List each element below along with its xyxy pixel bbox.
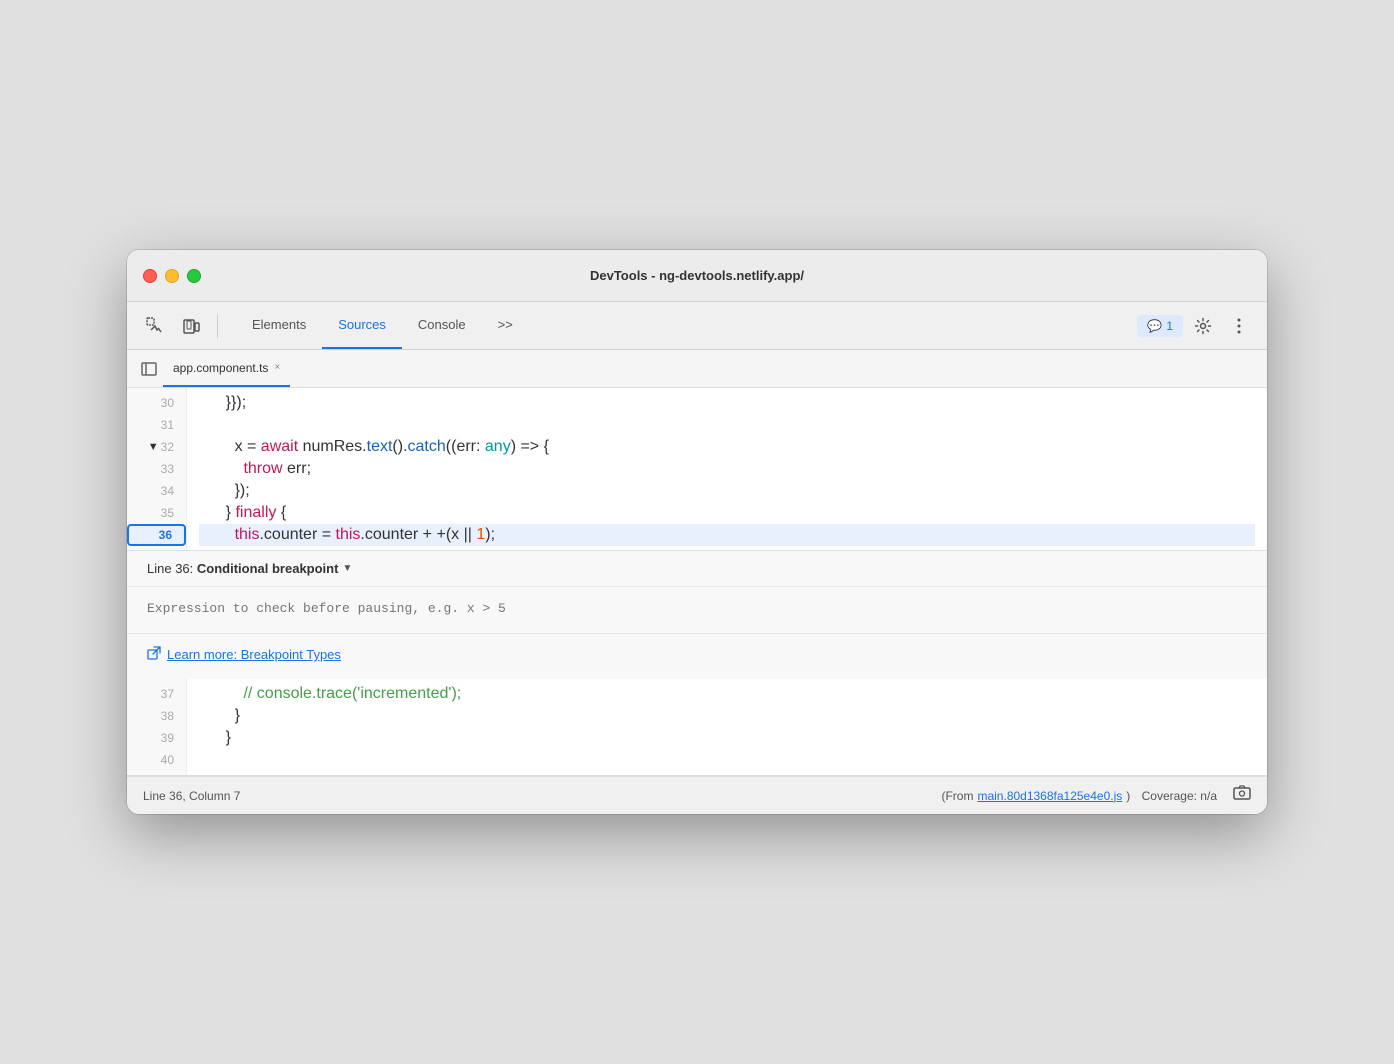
tab-elements[interactable]: Elements — [236, 302, 322, 349]
code-line-35: } finally { — [199, 502, 1255, 524]
code-lines-top[interactable]: }}); x = await numRes.text().catch((err:… — [187, 388, 1267, 550]
line-numbers-bottom: 37 38 39 40 — [127, 679, 187, 775]
tab-more[interactable]: >> — [482, 302, 529, 349]
line-num-39: 39 — [127, 727, 186, 749]
line-num-37: 37 — [127, 683, 186, 705]
code-section-top: 30 31 ▼32 33 34 35 36 }}); — [127, 388, 1267, 550]
screenshot-icon[interactable] — [1233, 789, 1251, 806]
toolbar-right: 💬 1 — [1137, 310, 1255, 342]
line-num-40: 40 — [127, 749, 186, 771]
line-num-30: 30 — [127, 392, 186, 414]
tab-sources[interactable]: Sources — [322, 302, 402, 349]
element-picker-button[interactable] — [139, 310, 171, 342]
file-tab-bar: app.component.ts × — [127, 350, 1267, 388]
line-num-32: ▼32 — [127, 436, 186, 458]
minimize-button[interactable] — [165, 269, 179, 283]
breakpoint-learn-more-link[interactable]: Learn more: Breakpoint Types — [167, 647, 341, 662]
status-position: Line 36, Column 7 — [143, 789, 941, 803]
code-line-32: x = await numRes.text().catch((err: any)… — [199, 436, 1255, 458]
more-options-button[interactable] — [1223, 310, 1255, 342]
breakpoint-panel: Line 36: Conditional breakpoint ▼ — [127, 550, 1267, 679]
code-section-bottom: 37 38 39 40 // console.trace('incremente… — [127, 679, 1267, 775]
code-line-30: }}); — [199, 392, 1255, 414]
maximize-button[interactable] — [187, 269, 201, 283]
code-line-40 — [199, 749, 1255, 771]
file-tab-name: app.component.ts — [173, 361, 268, 375]
title-bar: DevTools - ng-devtools.netlify.app/ — [127, 250, 1267, 302]
badge-icon: 💬 — [1147, 319, 1162, 333]
status-source: (From main.80d1368fa125e4e0.js ) Coverag… — [941, 789, 1217, 803]
line-numbers-top: 30 31 ▼32 33 34 35 36 — [127, 388, 187, 550]
line-num-31: 31 — [127, 414, 186, 436]
breakpoint-dropdown-arrow[interactable]: ▼ — [342, 563, 352, 574]
close-button[interactable] — [143, 269, 157, 283]
code-line-34: }); — [199, 480, 1255, 502]
arrow-indicator: ▼ — [148, 441, 159, 453]
editor-container: 30 31 ▼32 33 34 35 36 }}); — [127, 388, 1267, 776]
settings-button[interactable] — [1187, 310, 1219, 342]
file-tab-app-component[interactable]: app.component.ts × — [163, 350, 290, 387]
sidebar-toggle-button[interactable] — [135, 355, 163, 383]
breakpoint-expression-input[interactable] — [147, 601, 1247, 616]
code-line-36: this.counter = this.counter + +(x || 1); — [199, 524, 1255, 546]
code-line-39: } — [199, 727, 1255, 749]
code-line-31 — [199, 414, 1255, 436]
status-screenshot-button[interactable] — [1233, 784, 1251, 807]
window-title: DevTools - ng-devtools.netlify.app/ — [590, 268, 804, 283]
breakpoint-link-area: Learn more: Breakpoint Types — [127, 634, 1267, 679]
code-line-33: throw err; — [199, 458, 1255, 480]
code-line-37: // console.trace('incremented'); — [199, 683, 1255, 705]
external-link-icon — [147, 646, 161, 663]
file-tab-close-icon[interactable]: × — [274, 362, 280, 373]
status-bar: Line 36, Column 7 (From main.80d1368fa12… — [127, 776, 1267, 814]
line-num-34: 34 — [127, 480, 186, 502]
devtools-window: DevTools - ng-devtools.netlify.app/ Elem… — [127, 250, 1267, 814]
code-lines-bottom[interactable]: // console.trace('incremented'); } } — [187, 679, 1267, 775]
breakpoint-type-label: Conditional breakpoint — [197, 561, 339, 576]
console-messages-button[interactable]: 💬 1 — [1137, 315, 1183, 337]
tab-console[interactable]: Console — [402, 302, 482, 349]
devtools-toolbar: Elements Sources Console >> 💬 1 — [127, 302, 1267, 350]
line-num-33: 33 — [127, 458, 186, 480]
status-source-file-link[interactable]: main.80d1368fa125e4e0.js — [977, 789, 1122, 803]
toolbar-divider-1 — [217, 314, 218, 338]
line-num-38: 38 — [127, 705, 186, 727]
code-line-38: } — [199, 705, 1255, 727]
breakpoint-header: Line 36: Conditional breakpoint ▼ — [127, 551, 1267, 587]
breakpoint-input-area[interactable] — [127, 587, 1267, 634]
editor-wrapper: 30 31 ▼32 33 34 35 36 }}); — [127, 388, 1267, 776]
traffic-lights — [143, 269, 201, 283]
line-num-36-highlighted: 36 — [127, 524, 186, 546]
badge-count: 1 — [1166, 319, 1173, 333]
breakpoint-line-label: Line 36: — [147, 561, 193, 576]
line-num-35: 35 — [127, 502, 186, 524]
toolbar-tabs: Elements Sources Console >> — [236, 302, 1133, 349]
device-toolbar-button[interactable] — [175, 310, 207, 342]
